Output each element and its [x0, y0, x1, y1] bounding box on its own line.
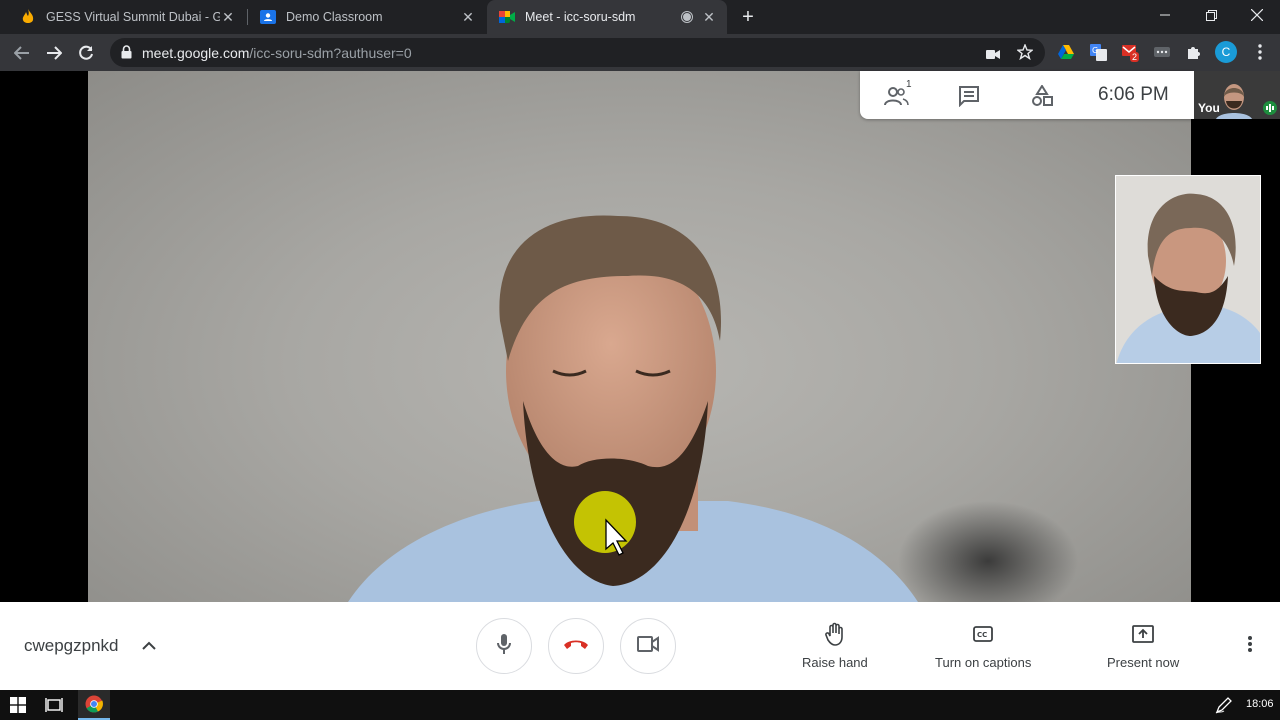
meeting-code[interactable]: cwepgzpnkd — [24, 636, 119, 656]
flame-icon — [20, 9, 36, 25]
tab-title: Meet - icc-soru-sdm — [525, 10, 636, 24]
tab-strip: GESS Virtual Summit Dubai - Goo ✕ Demo C… — [0, 0, 1280, 34]
present-now-label: Present now — [1107, 655, 1180, 670]
url-path: /icc-soru-sdm?authuser=0 — [249, 45, 412, 61]
present-now-button[interactable]: Present now — [1107, 622, 1179, 672]
close-window-button[interactable] — [1234, 0, 1280, 30]
star-icon[interactable] — [1016, 43, 1034, 65]
chrome-taskbar-icon[interactable] — [78, 690, 110, 720]
restore-button[interactable] — [1188, 0, 1234, 30]
camera-button[interactable] — [620, 618, 676, 674]
closed-captions-icon: CC — [971, 622, 995, 646]
audio-level-icon — [1262, 101, 1278, 119]
captions-button[interactable]: CC Turn on captions — [935, 622, 1031, 672]
lock-icon[interactable] — [121, 45, 132, 64]
hang-up-button[interactable] — [548, 618, 604, 674]
video-camera-icon — [637, 635, 659, 657]
microphone-button[interactable] — [476, 618, 532, 674]
more-extensions-icon[interactable] — [1152, 42, 1172, 62]
pen-icon[interactable] — [1212, 693, 1236, 717]
raise-hand-label: Raise hand — [802, 655, 868, 670]
windows-taskbar: 18:06 — [0, 690, 1280, 720]
profile-initial: C — [1221, 45, 1231, 59]
phone-hangup-icon — [563, 637, 589, 655]
self-label: You — [1198, 101, 1220, 115]
captions-label: Turn on captions — [935, 655, 1032, 670]
chevron-up-icon[interactable] — [140, 637, 158, 655]
browser-toolbar: meet.google.com/icc-soru-sdm?authuser=0 … — [0, 34, 1280, 71]
svg-text:G: G — [1092, 46, 1098, 55]
raise-hand-button[interactable]: Raise hand — [802, 622, 868, 672]
close-icon[interactable]: ✕ — [701, 9, 717, 25]
hand-icon — [823, 622, 847, 646]
meeting-info-panel: 1 6:06 PM — [860, 71, 1194, 119]
menu-icon[interactable] — [1250, 42, 1270, 62]
svg-text:CC: CC — [977, 631, 987, 639]
forward-button[interactable] — [41, 40, 67, 66]
people-button[interactable]: 1 — [884, 79, 912, 109]
close-icon[interactable]: ✕ — [220, 9, 236, 25]
recording-icon — [679, 9, 695, 25]
url-host: meet.google.com — [142, 45, 250, 61]
minimize-button[interactable] — [1142, 0, 1188, 30]
activities-button[interactable] — [1029, 83, 1055, 109]
drive-icon[interactable] — [1056, 42, 1076, 62]
main-video[interactable] — [88, 71, 1191, 602]
present-screen-icon — [1131, 622, 1155, 646]
meeting-controls: cwepgzpnkd Raise hand CC Turn on caption… — [0, 602, 1280, 690]
tab-demo-classroom[interactable]: Demo Classroom ✕ — [248, 0, 486, 34]
more-options-button[interactable] — [1238, 634, 1262, 658]
self-view-tile[interactable]: You — [1194, 71, 1280, 119]
tab-title: GESS Virtual Summit Dubai - Goo — [46, 10, 220, 24]
camera-icon[interactable] — [986, 47, 1000, 65]
pip-video-frame — [1116, 176, 1260, 363]
back-button[interactable] — [9, 40, 35, 66]
meet-icon — [499, 9, 515, 25]
task-view-icon[interactable] — [42, 693, 66, 717]
system-clock: 18:06 — [1246, 698, 1274, 710]
puzzle-icon[interactable] — [1184, 42, 1204, 62]
tab-gess[interactable]: GESS Virtual Summit Dubai - Goo ✕ — [8, 0, 246, 34]
more-vert-icon — [1248, 635, 1252, 657]
participant-count: 1 — [906, 79, 912, 90]
meet-stage: 1 6:06 PM You — [0, 71, 1280, 602]
tab-meet[interactable]: Meet - icc-soru-sdm ✕ — [487, 0, 727, 34]
reload-button[interactable] — [73, 40, 99, 66]
windows-start-icon[interactable] — [6, 693, 30, 717]
translate-icon[interactable]: G — [1088, 42, 1108, 62]
new-tab-button[interactable]: + — [736, 5, 760, 29]
microphone-icon — [496, 633, 512, 660]
meeting-clock: 6:06 PM — [1098, 84, 1169, 105]
tab-title: Demo Classroom — [286, 10, 383, 24]
url-text: meet.google.com/icc-soru-sdm?authuser=0 — [142, 45, 412, 61]
classroom-icon — [260, 9, 276, 25]
mail-checker-icon[interactable]: 2 — [1120, 42, 1140, 62]
profile-avatar[interactable]: C — [1215, 41, 1237, 63]
address-bar[interactable]: meet.google.com/icc-soru-sdm?authuser=0 — [110, 38, 1045, 67]
picture-in-picture-video[interactable] — [1115, 175, 1261, 364]
notification-badge: 2 — [1130, 52, 1140, 62]
close-icon[interactable]: ✕ — [460, 9, 476, 25]
presenter-video-frame — [348, 215, 1078, 602]
chat-button[interactable] — [956, 83, 982, 109]
